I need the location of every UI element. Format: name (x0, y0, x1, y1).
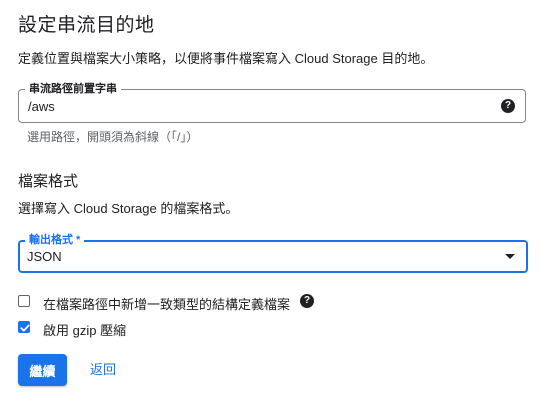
page-title: 設定串流目的地 (18, 15, 155, 36)
output-format-select[interactable]: 輸出格式 * JSON (18, 233, 528, 273)
stream-path-prefix-input[interactable]: /aws (28, 99, 55, 114)
gzip-checkbox[interactable] (18, 321, 30, 333)
file-format-description: 選擇寫入 Cloud Storage 的檔案格式。 (18, 201, 239, 216)
help-icon[interactable]: ? (501, 99, 515, 113)
schema-file-checkbox[interactable] (18, 295, 30, 307)
continue-button[interactable]: 繼續 (18, 354, 67, 386)
file-format-heading: 檔案格式 (18, 173, 79, 190)
dropdown-arrow-icon[interactable] (505, 254, 515, 259)
output-format-value: JSON (27, 249, 62, 264)
back-button[interactable]: 返回 (84, 354, 122, 386)
gzip-label: 啟用 gzip 壓縮 (43, 323, 127, 338)
checkmark-icon (20, 324, 30, 332)
stream-path-prefix-label: 串流路徑前置字串 (25, 82, 121, 96)
schema-file-label: 在檔案路徑中新增一致類型的結構定義檔案 (43, 297, 291, 312)
stream-path-prefix-field[interactable]: 串流路徑前置字串 /aws ? (18, 82, 526, 123)
stream-path-prefix-hint: 選用路徑，開頭須為斜線（「/」） (27, 130, 199, 144)
output-format-label: 輸出格式 * (25, 233, 85, 247)
help-icon[interactable]: ? (300, 294, 314, 308)
page-description: 定義位置與檔案大小策略，以便將事件檔案寫入 Cloud Storage 目的地。 (18, 51, 434, 66)
